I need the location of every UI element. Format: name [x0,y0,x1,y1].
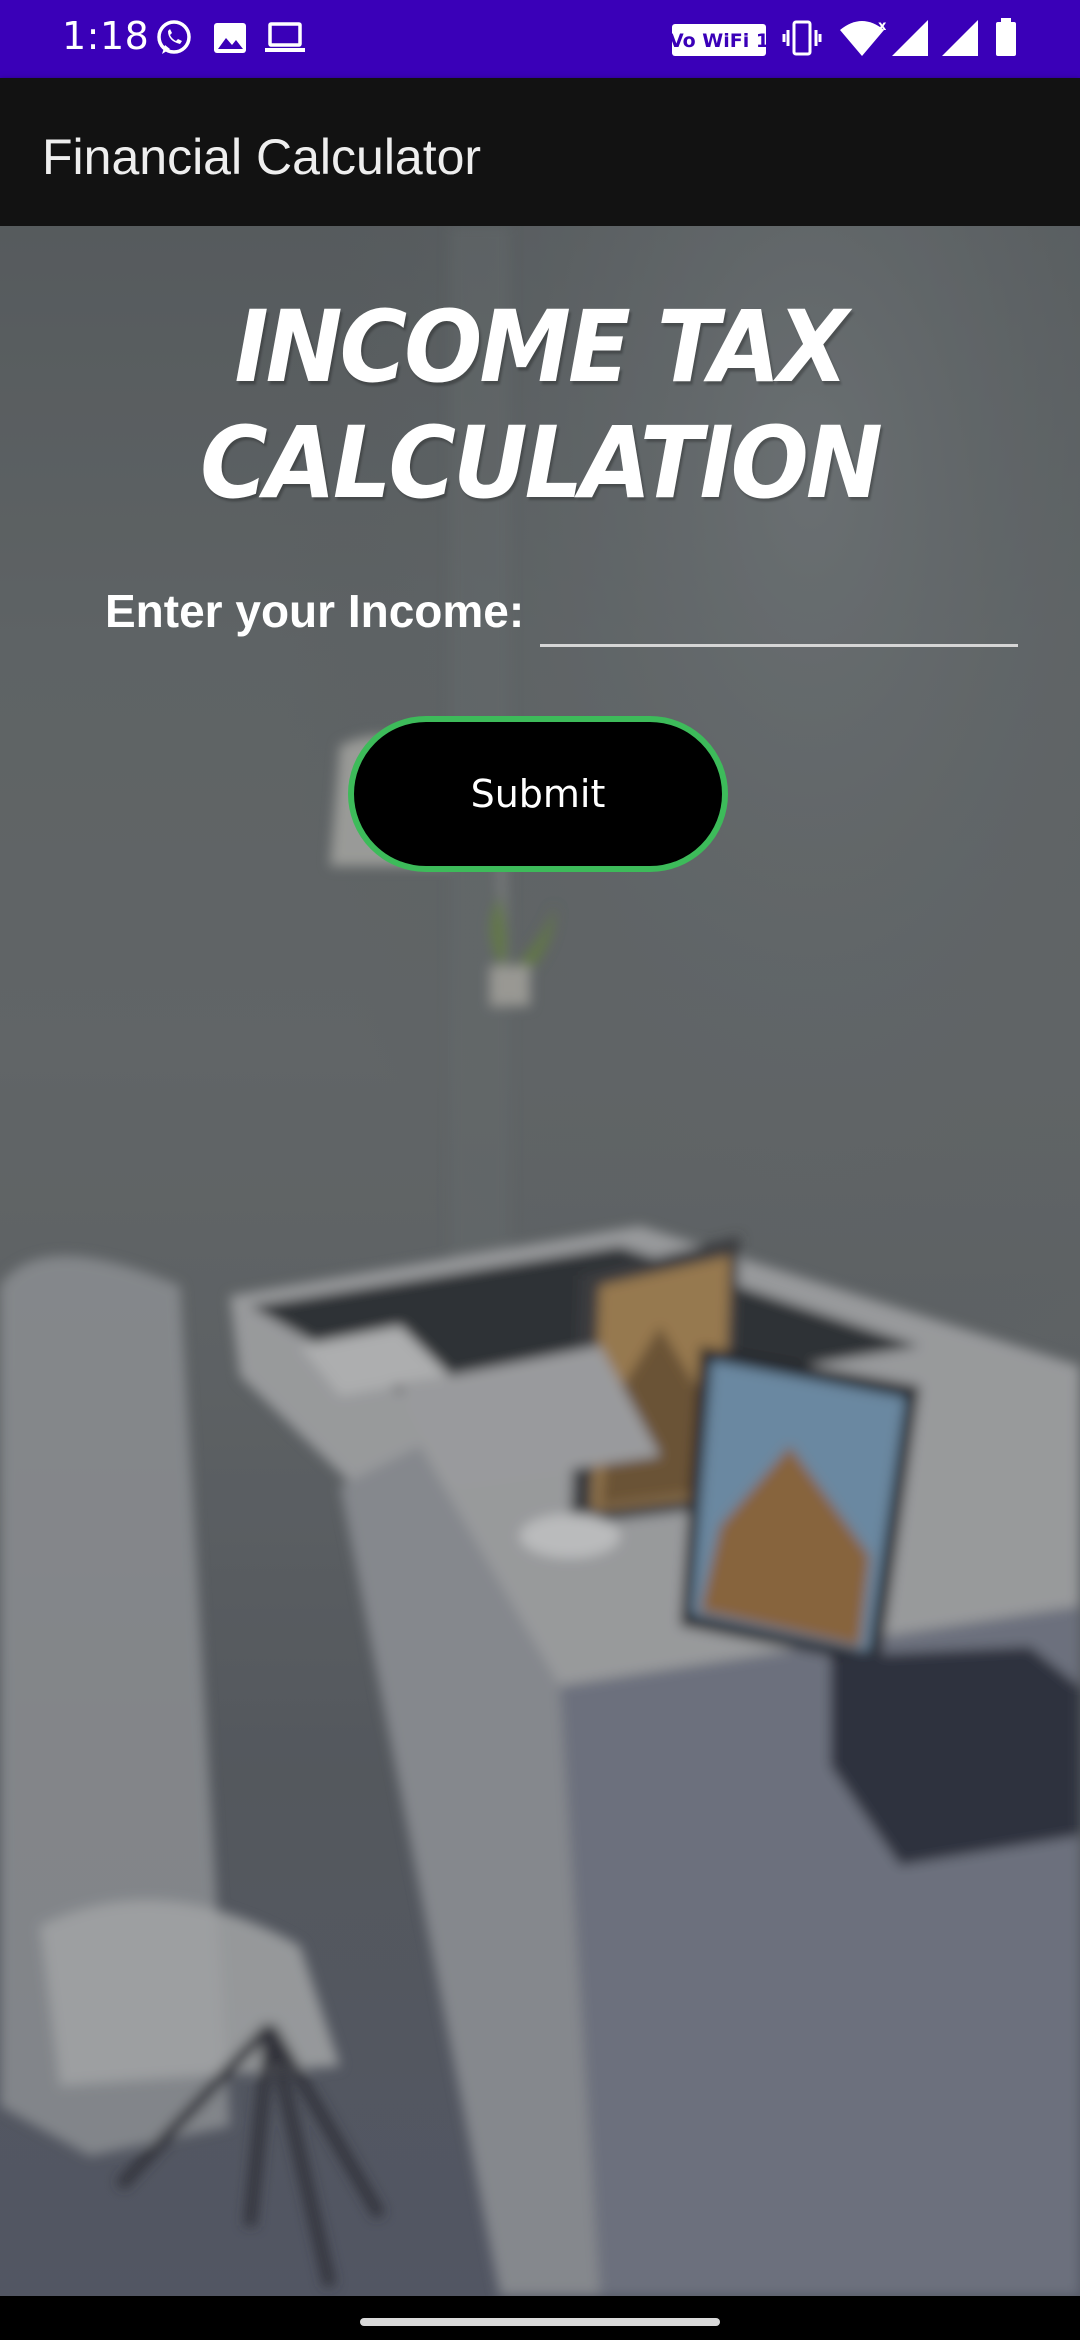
page-heading: INCOME TAX CALCULATION [200,289,883,521]
app-bar: Financial Calculator [0,78,1080,226]
whatsapp-icon [154,18,194,58]
vibrate-icon [782,18,822,58]
laptop-icon [264,18,306,58]
signal-icon [940,18,980,58]
vowifi-icon: Vo WiFi 1 [672,24,766,64]
app-title: Financial Calculator [42,129,482,185]
navigation-bar [0,2296,1080,2340]
submit-button[interactable]: Submit [348,716,728,872]
income-input[interactable] [540,574,1018,647]
gallery-icon [212,18,248,58]
background-image [0,226,1080,2296]
home-indicator[interactable] [360,2318,720,2326]
battery-icon [994,18,1018,58]
income-label: Enter your Income: [105,585,525,637]
main-content: INCOME TAX CALCULATION Enter your Income… [0,226,1080,2296]
status-time: 1:18 [62,14,150,58]
svg-text:x: x [878,19,886,34]
signal-icon [890,18,930,58]
wifi-icon: x [838,18,886,58]
vowifi-badge-text: Vo WiFi 1 [672,30,766,52]
screen: 1:18 Vo WiFi 1 x Financial Calculator IN… [0,0,1080,2340]
status-bar: 1:18 Vo WiFi 1 x [0,0,1080,78]
